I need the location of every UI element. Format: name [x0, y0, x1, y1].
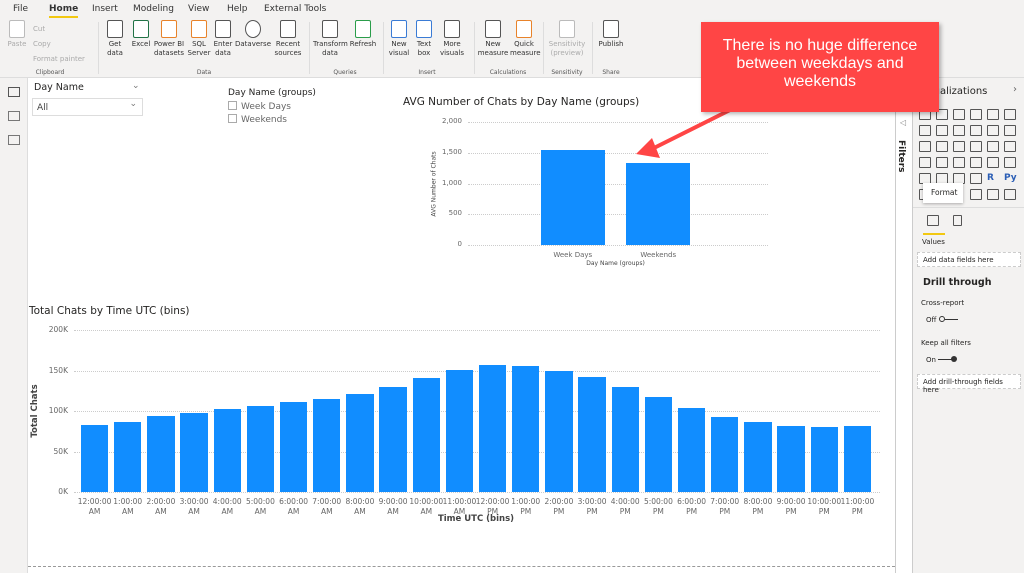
annotation-callout: There is no huge difference between week…	[701, 22, 939, 112]
arrow-line	[649, 108, 731, 152]
